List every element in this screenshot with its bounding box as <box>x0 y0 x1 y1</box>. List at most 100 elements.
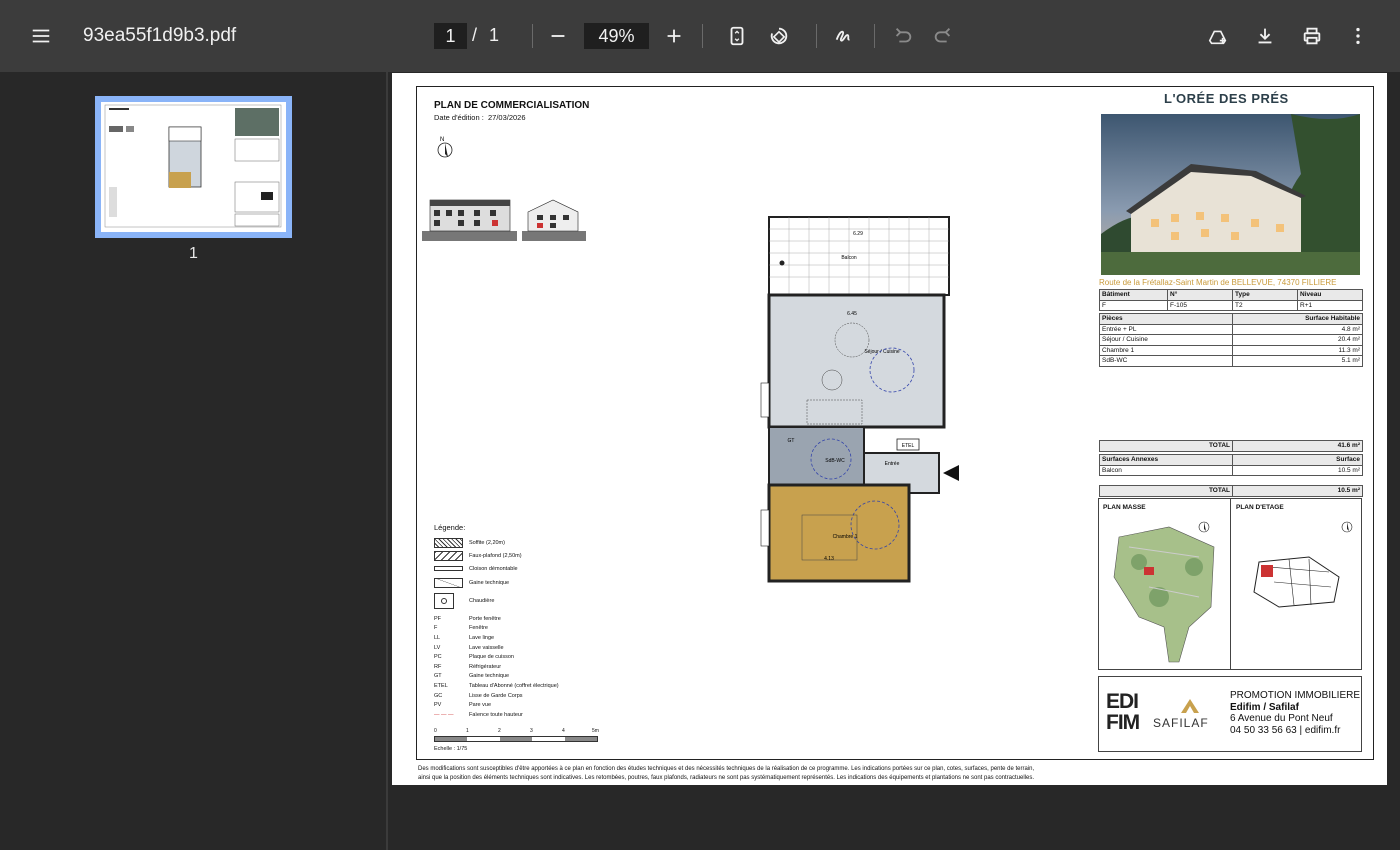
legend-item: Faux-plafond (2,50m) <box>434 549 559 562</box>
redo-icon[interactable] <box>925 18 961 54</box>
zoom-in-button[interactable] <box>656 18 692 54</box>
north-arrow-icon: N <box>437 137 453 158</box>
room-area: 4.8 m² <box>1232 323 1363 335</box>
page-total: 1 <box>489 25 500 45</box>
plan-label-balcon: Balcon <box>841 255 857 261</box>
annex-area: 10.5 m² <box>1232 464 1363 476</box>
legend-abbr-row: LV Lave vaisselle <box>434 644 504 651</box>
zoom-out-button[interactable] <box>540 18 576 54</box>
brand-logo: L'ORÉE DES PRÉS <box>1164 91 1289 106</box>
total-habitable-table: TOTAL 41.6 m² <box>1099 440 1363 452</box>
total-habitable-value: 41.6 m² <box>1232 440 1363 452</box>
annex-table: Surfaces Annexes Surface Balcon 10.5 m² <box>1099 454 1363 476</box>
building-elevation-illustration <box>422 199 586 241</box>
lot-value-batiment: F <box>1099 299 1168 311</box>
legend-abbr-row: GC Lisse de Garde Corps <box>434 692 523 699</box>
lot-header-niveau: Niveau <box>1297 289 1363 301</box>
room-name: Chambre 1 <box>1099 344 1233 356</box>
apartment-floor-plan: Balcon 6.29 6.45 Séjour / Cuisine SdB-WC… <box>760 216 959 583</box>
rooms-header-surface: Surface Habitable <box>1232 313 1363 325</box>
room-name: SdB-WC <box>1099 355 1233 367</box>
plan-label-etel: ETEL <box>902 443 915 449</box>
legend-abbr-row: ETEL Tableau d'Abonné (coffret électrique… <box>434 682 559 689</box>
more-options-icon[interactable] <box>1340 18 1376 54</box>
promoter-line: PROMOTION IMMOBILIERE <box>1230 690 1361 701</box>
plan-masse-label: PLAN MASSE <box>1103 504 1146 511</box>
legend-item: Soffite (2,20m) <box>434 536 559 549</box>
legend-item: Gaine technique <box>434 575 559 591</box>
plan-title: PLAN DE COMMERCIALISATION <box>434 100 590 111</box>
thumbnail-sidebar: 1 <box>0 72 388 850</box>
plan-dim-413: 4.13 <box>824 556 834 562</box>
print-icon[interactable] <box>1294 18 1330 54</box>
plan-etage-label: PLAN D'ETAGE <box>1236 504 1284 511</box>
rooms-header-pieces: Pièces <box>1099 313 1233 325</box>
table-row: SdB-WC 5.1 m² <box>1099 355 1363 367</box>
page-number-input[interactable]: 1 <box>434 23 467 49</box>
promoter-contact: 04 50 33 56 63 | edifim.fr <box>1230 724 1341 736</box>
lot-value-niveau: R+1 <box>1297 299 1363 311</box>
rotate-icon[interactable] <box>761 18 797 54</box>
undo-icon[interactable] <box>885 18 921 54</box>
legend-abbr-row: F Fenêtre <box>434 625 488 632</box>
lot-value-type: T2 <box>1232 299 1298 311</box>
room-name: Entrée + PL <box>1099 323 1233 335</box>
table-row: Chambre 1 11.3 m² <box>1099 344 1363 356</box>
drive-add-icon[interactable] <box>1200 18 1236 54</box>
svg-text:N: N <box>440 137 444 143</box>
plan-label-entree: Entrée <box>885 461 900 467</box>
promoter-name: Edifim / Safilaf <box>1230 701 1299 713</box>
lot-header-numero: N° <box>1167 289 1233 301</box>
total-label: TOTAL <box>1099 485 1233 497</box>
scale-label: Echelle : 1/75 <box>434 746 468 752</box>
promoter-address: 6 Avenue du Pont Neuf <box>1230 713 1333 724</box>
pdf-page: PLAN DE COMMERCIALISATION Date d'édition… <box>392 73 1387 785</box>
promoter-details: PROMOTION IMMOBILIERE Edifim / Safilaf 6… <box>1230 690 1360 736</box>
room-area: 5.1 m² <box>1232 355 1363 367</box>
lot-header-type: Type <box>1232 289 1298 301</box>
plan-label-sejour: Séjour / Cuisine <box>864 349 900 355</box>
lot-info-table: Bâtiment N° Type Niveau F F-105 T2 R+1 <box>1099 289 1363 311</box>
document-filename: 93ea55f1d9b3.pdf <box>83 25 237 46</box>
legend-item: Cloison démontable <box>434 562 559 575</box>
legend-abbr-row: PF Porte fenêtre <box>434 615 501 622</box>
safilaf-logo: SAFILAF <box>1153 716 1209 730</box>
toolbar-divider <box>532 24 533 48</box>
plan-dim-645: 6.45 <box>847 311 857 317</box>
scale-bar: 0 1 2 3 4 5m <box>434 728 599 742</box>
room-area: 11.3 m² <box>1232 344 1363 356</box>
zoom-level-input[interactable]: 49% <box>584 23 649 49</box>
site-plans-box: PLAN MASSE PLAN D'ETAGE <box>1098 498 1362 670</box>
pdf-toolbar: 93ea55f1d9b3.pdf 1 / 1 49% <box>0 0 1400 72</box>
thumbnail-preview <box>101 102 286 232</box>
safilaf-logo-icon <box>1181 699 1199 713</box>
plan-label-sdb: SdB-WC <box>825 458 845 464</box>
plan-label-gt: GT <box>788 438 795 444</box>
plan-date: Date d'édition : 27/03/2026 <box>434 113 526 122</box>
draw-icon[interactable] <box>826 18 862 54</box>
table-row: Entrée + PL 4.8 m² <box>1099 323 1363 335</box>
disclaimer: Des modifications sont susceptibles d'êt… <box>418 765 1378 782</box>
fit-page-icon[interactable] <box>719 18 755 54</box>
site-plan-map <box>1113 521 1215 663</box>
menu-icon[interactable] <box>23 18 59 54</box>
annex-name: Balcon <box>1099 464 1233 476</box>
annex-header-surface: Surface <box>1232 454 1363 466</box>
download-icon[interactable] <box>1247 18 1283 54</box>
page-separator: / <box>472 25 478 45</box>
plan-label-chambre: Chambre 1 <box>833 534 858 540</box>
page-thumbnail[interactable] <box>95 96 292 238</box>
legend-abbr-row: LL Lave linge <box>434 634 495 641</box>
toolbar-divider <box>874 24 875 48</box>
rooms-table: Pièces Surface Habitable Entrée + PL 4.8 … <box>1099 313 1363 367</box>
project-address: Route de la Frétallaz-Saint Martin de BE… <box>1099 278 1337 287</box>
annex-header-name: Surfaces Annexes <box>1099 454 1233 466</box>
thumbnail-page-number: 1 <box>189 245 198 262</box>
disclaimer-line: ainsi que la position des éléments techn… <box>418 774 1035 781</box>
toolbar-divider <box>702 24 703 48</box>
legend-title: Légende: <box>434 523 466 532</box>
room-name: Séjour / Cuisine <box>1099 334 1233 346</box>
pdf-viewer[interactable]: PLAN DE COMMERCIALISATION Date d'édition… <box>390 72 1400 850</box>
legend-abbr-row: PV Pare vue <box>434 702 492 709</box>
legend-abbr-row: — — — Faïence toute hauteur <box>434 711 523 718</box>
